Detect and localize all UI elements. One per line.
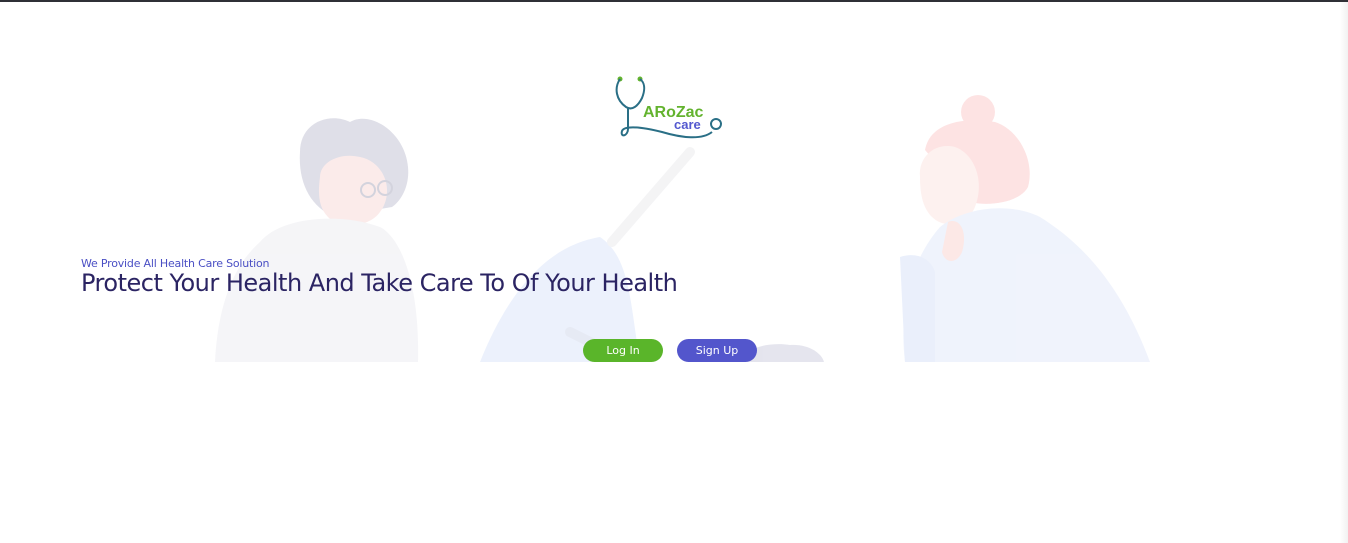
arozac-care-logo[interactable]: ARoZac care — [612, 74, 727, 146]
hero-section: ARoZac care We Provide All Health Care S… — [0, 2, 1340, 362]
logo-subtext: care — [674, 117, 701, 132]
window-right-edge — [1340, 2, 1348, 543]
login-button[interactable]: Log In — [583, 339, 663, 362]
hero-headline: Protect Your Health And Take Care To Of … — [81, 269, 678, 297]
signup-button[interactable]: Sign Up — [677, 339, 757, 362]
elderly-person-figure — [215, 118, 419, 362]
woman-figure — [900, 95, 1150, 362]
center-figure — [480, 147, 824, 362]
healthcare-illustration — [215, 95, 1150, 362]
